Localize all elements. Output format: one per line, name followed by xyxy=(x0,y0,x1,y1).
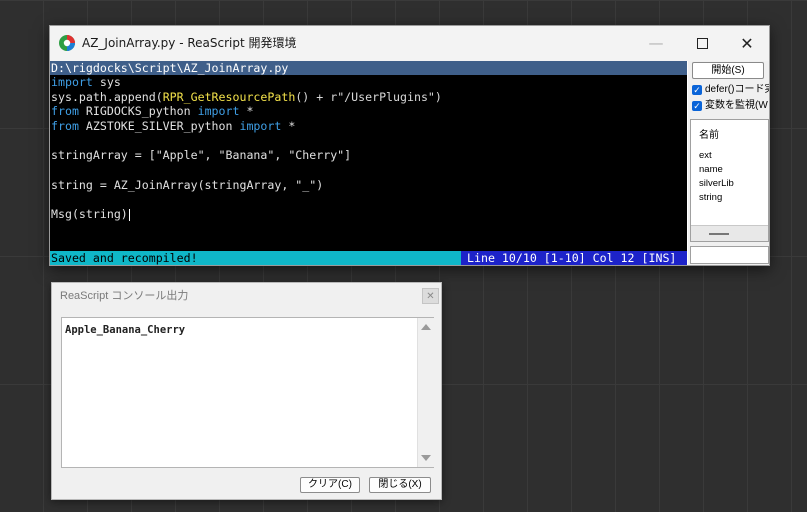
console-close-icon[interactable]: ✕ xyxy=(422,288,439,304)
code-line-10: Msg(string) xyxy=(51,207,130,222)
code-area[interactable]: import sys sys.path.append(RPR_GetResour… xyxy=(51,75,687,222)
scroll-up-icon[interactable] xyxy=(421,324,431,330)
text-cursor xyxy=(128,208,130,221)
compile-status: Saved and recompiled! xyxy=(51,251,198,265)
variable-item[interactable]: name xyxy=(699,164,723,175)
code-line-3: from RIGDOCKS_python import * xyxy=(51,104,254,119)
code-line-8: string = AZ_JoinArray(stringArray, "_") xyxy=(51,177,324,192)
code-line-4: from AZSTOKE_SILVER_python import * xyxy=(51,119,296,134)
console-scrollbar[interactable] xyxy=(417,318,434,467)
console-window-title: ReaScript コンソール出力 xyxy=(60,290,189,302)
scroll-down-icon[interactable] xyxy=(421,455,431,461)
start-button[interactable]: 開始(S) xyxy=(692,62,764,79)
minimize-button[interactable]: — xyxy=(633,26,679,61)
reaper-app-icon xyxy=(59,35,75,51)
splitter-grip-icon xyxy=(709,233,729,235)
variable-list[interactable]: 名前 ext name silverLib string xyxy=(690,119,769,242)
variable-list-splitter[interactable] xyxy=(691,225,768,241)
reascript-ide-window: AZ_JoinArray.py - ReaScript 開発環境 — ✕ D:\… xyxy=(49,25,770,266)
variable-item[interactable]: silverLib xyxy=(699,178,734,189)
defer-checkbox[interactable]: ✓ defer()コード実 xyxy=(692,83,769,97)
code-line-1: import sys xyxy=(51,75,121,89)
code-editor[interactable]: D:\rigdocks\Script\AZ_JoinArray.py impor… xyxy=(50,61,687,265)
console-output-text: Apple_Banana_Cherry xyxy=(65,324,186,336)
maximize-icon xyxy=(696,38,708,49)
code-line-6: stringArray = ["Apple", "Banana", "Cherr… xyxy=(51,148,352,163)
watch-checkbox-label: 変数を監視(W xyxy=(705,100,768,111)
variable-item[interactable]: ext xyxy=(699,150,712,161)
editor-status-bar: Saved and recompiled! Line 10/10 [1-10] … xyxy=(50,251,687,265)
console-output-window: ReaScript コンソール出力 ✕ Apple_Banana_Cherry … xyxy=(51,282,442,500)
clear-button[interactable]: クリア(C) xyxy=(300,477,360,493)
checkbox-checked-icon: ✓ xyxy=(692,85,702,95)
side-panel: 開始(S) ✓ defer()コード実 ✓ 変数を監視(W 名前 ext name … xyxy=(688,61,769,265)
cursor-position-status: Line 10/10 [1-10] Col 12 [INS] xyxy=(461,251,687,265)
code-line-2: sys.path.append(RPR_GetResourcePath() + … xyxy=(51,89,442,104)
variable-list-header: 名前 xyxy=(699,130,719,141)
maximize-button[interactable] xyxy=(679,26,725,61)
watch-variables-checkbox[interactable]: ✓ 変数を監視(W xyxy=(692,99,768,113)
close-window-button[interactable]: ✕ xyxy=(724,26,770,61)
checkbox-checked-icon: ✓ xyxy=(692,101,702,111)
close-button[interactable]: 閉じる(X) xyxy=(369,477,431,493)
defer-checkbox-label: defer()コード実 xyxy=(705,84,769,95)
file-path-bar: D:\rigdocks\Script\AZ_JoinArray.py xyxy=(50,61,687,75)
console-output-area[interactable]: Apple_Banana_Cherry xyxy=(61,317,434,468)
ide-window-title: AZ_JoinArray.py - ReaScript 開発環境 xyxy=(82,36,297,50)
watch-expression-input[interactable] xyxy=(690,246,769,264)
variable-item[interactable]: string xyxy=(699,192,722,203)
ide-title-bar[interactable]: AZ_JoinArray.py - ReaScript 開発環境 — ✕ xyxy=(50,26,769,61)
